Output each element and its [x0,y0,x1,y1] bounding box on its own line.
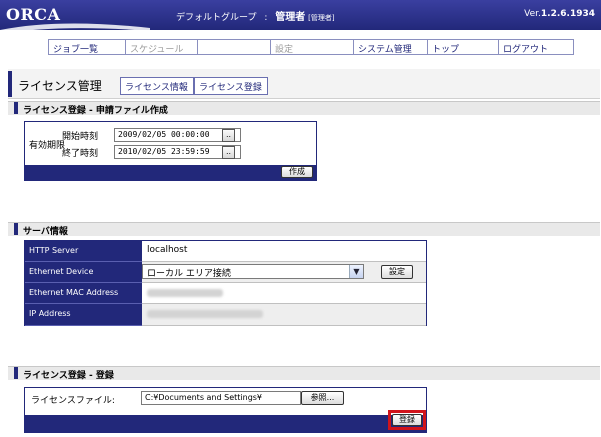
section-accent [14,102,18,114]
redacted-value [147,289,223,297]
tab-license-register[interactable]: ライセンス登録 [194,77,268,95]
section-title: ライセンス登録 - 登録 [23,371,114,381]
mac-address-label: Ethernet MAC Address [25,283,142,304]
http-server-label: HTTP Server [25,241,142,262]
title-accent [8,71,12,97]
redacted-value [147,310,263,318]
license-file-input[interactable]: C:¥Documents and Settings¥ [141,391,301,405]
section-header-application: ライセンス登録 - 申請ファイル作成 [8,101,600,116]
register-button-highlight [388,410,426,430]
page-title: ライセンス管理 [18,79,102,93]
ethernet-device-label: Ethernet Device [25,262,142,283]
main-nav: ジョブ一覧 スケジュール 設定 システム管理 トップ ログアウト [48,39,574,55]
version-number: 1.2.6.1934 [540,9,595,19]
section-title: ライセンス登録 - 申請ファイル作成 [23,106,168,116]
section-accent [14,223,18,235]
version-prefix: Ver. [524,9,541,19]
chevron-down-icon[interactable]: ▼ [349,265,363,278]
server-info-table: HTTP Server localhost Ethernet Device Et… [24,240,427,326]
panel-footer [25,415,426,432]
period-label: 有効期限 [29,141,66,151]
nav-item-settings: 設定 [271,40,354,55]
ip-address-value [142,304,426,326]
table-row: IP Address [25,304,426,326]
panel-footer: 作成 [25,165,316,180]
nav-item-top[interactable]: トップ [428,40,499,55]
group-name: デフォルトグループ [176,13,257,23]
user-name: 管理者 [275,12,306,23]
tab-license-info[interactable]: ライセンス情報 [120,77,194,95]
end-label: 終了時刻 [62,149,99,159]
select-value: ローカル エリア接続 [147,269,231,279]
mac-address-value [142,283,426,304]
section-accent [14,367,18,379]
device-settings-button[interactable]: 設定 [381,265,413,279]
separator: : [264,13,268,23]
logo-swoosh-icon [0,23,150,34]
application-panel: 有効期限 開始時刻 終了時刻 2009/02/05 00:00:00 2010/… [24,121,317,181]
user-info: デフォルトグループ : 管理者 [管理者] [176,8,335,23]
start-label: 開始時刻 [62,132,99,142]
browse-button[interactable]: 参照... [301,391,344,405]
table-row: Ethernet MAC Address [25,283,426,304]
section-title: サーバ情報 [23,227,68,237]
nav-item-empty [198,40,271,54]
ip-address-label: IP Address [25,304,142,326]
create-button[interactable]: 作成 [281,166,313,178]
section-header-register: ライセンス登録 - 登録 [8,366,600,381]
ethernet-device-select[interactable]: ローカル エリア接続 ▼ [142,264,364,279]
start-picker-button[interactable]: .. [222,129,235,142]
license-file-label: ライセンスファイル: [31,396,115,406]
nav-item-logout[interactable]: ログアウト [499,40,573,55]
http-server-value: localhost [142,241,426,262]
nav-item-system-admin[interactable]: システム管理 [354,40,428,55]
nav-item-jobs[interactable]: ジョブ一覧 [49,40,126,55]
user-role: [管理者] [308,14,335,22]
table-row: HTTP Server localhost [25,241,426,262]
header-bar: ORCA デフォルトグループ : 管理者 [管理者] Ver.1.2.6.193… [0,0,601,34]
end-picker-button[interactable]: .. [222,146,235,159]
section-header-server: サーバ情報 [8,222,600,237]
nav-item-schedule: スケジュール [126,40,198,55]
version-label: Ver.1.2.6.1934 [524,9,595,19]
